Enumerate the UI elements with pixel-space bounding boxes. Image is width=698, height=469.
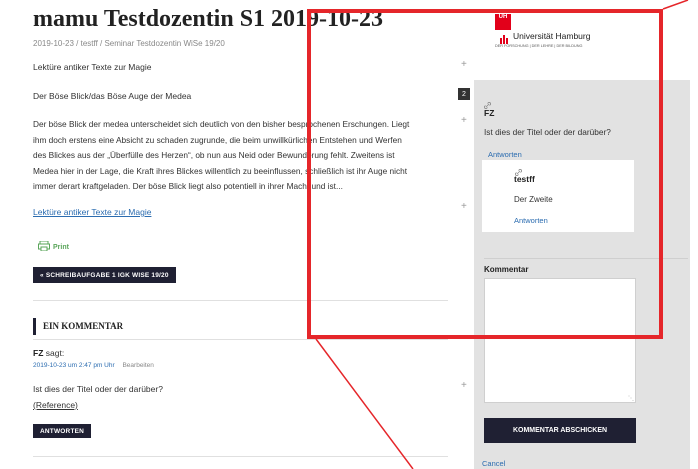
annotation-lines <box>315 0 689 469</box>
callout-line-upper <box>662 0 689 10</box>
callout-line-lower <box>315 338 414 469</box>
